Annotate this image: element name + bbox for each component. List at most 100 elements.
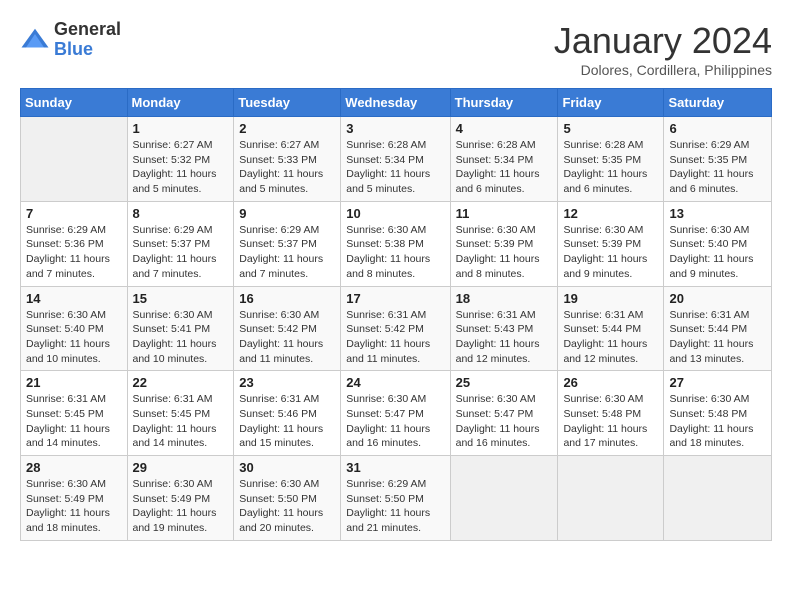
calendar-cell: 2 Sunrise: 6:27 AMSunset: 5:33 PMDaylight… xyxy=(234,117,341,202)
week-row-1: 1 Sunrise: 6:27 AMSunset: 5:32 PMDaylight… xyxy=(21,117,772,202)
day-number: 23 xyxy=(239,375,335,390)
day-number: 28 xyxy=(26,460,122,475)
day-info: Sunrise: 6:29 AMSunset: 5:35 PMDaylight:… xyxy=(669,138,766,197)
header-saturday: Saturday xyxy=(664,89,772,117)
logo-general-text: General xyxy=(54,20,121,40)
month-title: January 2024 xyxy=(554,20,772,62)
day-info: Sunrise: 6:31 AMSunset: 5:44 PMDaylight:… xyxy=(563,308,658,367)
day-info: Sunrise: 6:30 AMSunset: 5:39 PMDaylight:… xyxy=(563,223,658,282)
day-number: 18 xyxy=(456,291,553,306)
day-number: 16 xyxy=(239,291,335,306)
calendar-cell: 14 Sunrise: 6:30 AMSunset: 5:40 PMDayligh… xyxy=(21,286,128,371)
day-number: 5 xyxy=(563,121,658,136)
day-info: Sunrise: 6:30 AMSunset: 5:47 PMDaylight:… xyxy=(346,392,444,451)
calendar-cell: 3Sunrise: 6:28 AMSunset: 5:34 PMDaylight… xyxy=(341,117,450,202)
day-number: 3 xyxy=(346,121,444,136)
header-tuesday: Tuesday xyxy=(234,89,341,117)
day-number: 29 xyxy=(133,460,229,475)
day-info: Sunrise: 6:31 AMSunset: 5:46 PMDaylight:… xyxy=(239,392,335,451)
day-number: 1 xyxy=(133,121,229,136)
calendar-cell: 7Sunrise: 6:29 AMSunset: 5:36 PMDaylight… xyxy=(21,201,128,286)
day-number: 22 xyxy=(133,375,229,390)
header-thursday: Thursday xyxy=(450,89,558,117)
day-info: Sunrise: 6:30 AMSunset: 5:48 PMDaylight:… xyxy=(669,392,766,451)
week-row-2: 7Sunrise: 6:29 AMSunset: 5:36 PMDaylight… xyxy=(21,201,772,286)
calendar-cell: 12 Sunrise: 6:30 AMSunset: 5:39 PMDayligh… xyxy=(558,201,664,286)
day-info: Sunrise: 6:31 AMSunset: 5:44 PMDaylight:… xyxy=(669,308,766,367)
week-row-5: 28 Sunrise: 6:30 AMSunset: 5:49 PMDayligh… xyxy=(21,456,772,541)
calendar-cell: 20 Sunrise: 6:31 AMSunset: 5:44 PMDayligh… xyxy=(664,286,772,371)
day-info: Sunrise: 6:28 AMSunset: 5:34 PMDaylight:… xyxy=(456,138,553,197)
location-subtitle: Dolores, Cordillera, Philippines xyxy=(554,62,772,78)
calendar-cell: 18 Sunrise: 6:31 AMSunset: 5:43 PMDayligh… xyxy=(450,286,558,371)
day-info: Sunrise: 6:29 AMSunset: 5:37 PMDaylight:… xyxy=(239,223,335,282)
day-number: 11 xyxy=(456,206,553,221)
calendar-cell: 13 Sunrise: 6:30 AMSunset: 5:40 PMDayligh… xyxy=(664,201,772,286)
day-info: Sunrise: 6:30 AMSunset: 5:47 PMDaylight:… xyxy=(456,392,553,451)
day-info: Sunrise: 6:30 AMSunset: 5:40 PMDaylight:… xyxy=(26,308,122,367)
day-number: 30 xyxy=(239,460,335,475)
day-info: Sunrise: 6:31 AMSunset: 5:45 PMDaylight:… xyxy=(133,392,229,451)
day-info: Sunrise: 6:27 AMSunset: 5:32 PMDaylight:… xyxy=(133,138,229,197)
header-row: SundayMondayTuesdayWednesdayThursdayFrid… xyxy=(21,89,772,117)
day-info: Sunrise: 6:30 AMSunset: 5:41 PMDaylight:… xyxy=(133,308,229,367)
page-header: General Blue January 2024 Dolores, Cordi… xyxy=(20,20,772,78)
calendar-body: 1 Sunrise: 6:27 AMSunset: 5:32 PMDaylight… xyxy=(21,117,772,541)
calendar-cell: 16 Sunrise: 6:30 AMSunset: 5:42 PMDayligh… xyxy=(234,286,341,371)
day-number: 2 xyxy=(239,121,335,136)
week-row-4: 21Sunrise: 6:31 AMSunset: 5:45 PMDayligh… xyxy=(21,371,772,456)
day-info: Sunrise: 6:30 AMSunset: 5:39 PMDaylight:… xyxy=(456,223,553,282)
day-info: Sunrise: 6:27 AMSunset: 5:33 PMDaylight:… xyxy=(239,138,335,197)
day-number: 13 xyxy=(669,206,766,221)
calendar-cell: 4 Sunrise: 6:28 AMSunset: 5:34 PMDaylight… xyxy=(450,117,558,202)
day-info: Sunrise: 6:30 AMSunset: 5:50 PMDaylight:… xyxy=(239,477,335,536)
header-friday: Friday xyxy=(558,89,664,117)
day-number: 25 xyxy=(456,375,553,390)
header-sunday: Sunday xyxy=(21,89,128,117)
day-info: Sunrise: 6:31 AMSunset: 5:43 PMDaylight:… xyxy=(456,308,553,367)
day-number: 7 xyxy=(26,206,122,221)
week-row-3: 14 Sunrise: 6:30 AMSunset: 5:40 PMDayligh… xyxy=(21,286,772,371)
day-info: Sunrise: 6:30 AMSunset: 5:40 PMDaylight:… xyxy=(669,223,766,282)
calendar-cell xyxy=(558,456,664,541)
calendar-cell: 29 Sunrise: 6:30 AMSunset: 5:49 PMDayligh… xyxy=(127,456,234,541)
day-number: 14 xyxy=(26,291,122,306)
day-number: 12 xyxy=(563,206,658,221)
calendar-cell: 27 Sunrise: 6:30 AMSunset: 5:48 PMDayligh… xyxy=(664,371,772,456)
day-number: 10 xyxy=(346,206,444,221)
day-number: 9 xyxy=(239,206,335,221)
header-wednesday: Wednesday xyxy=(341,89,450,117)
day-info: Sunrise: 6:29 AMSunset: 5:37 PMDaylight:… xyxy=(133,223,229,282)
calendar-cell xyxy=(21,117,128,202)
day-number: 31 xyxy=(346,460,444,475)
calendar-header: SundayMondayTuesdayWednesdayThursdayFrid… xyxy=(21,89,772,117)
calendar-cell: 5 Sunrise: 6:28 AMSunset: 5:35 PMDaylight… xyxy=(558,117,664,202)
logo: General Blue xyxy=(20,20,121,60)
calendar-cell: 21Sunrise: 6:31 AMSunset: 5:45 PMDayligh… xyxy=(21,371,128,456)
day-info: Sunrise: 6:31 AMSunset: 5:42 PMDaylight:… xyxy=(346,308,444,367)
day-number: 27 xyxy=(669,375,766,390)
day-info: Sunrise: 6:30 AMSunset: 5:42 PMDaylight:… xyxy=(239,308,335,367)
calendar-cell: 26 Sunrise: 6:30 AMSunset: 5:48 PMDayligh… xyxy=(558,371,664,456)
day-number: 20 xyxy=(669,291,766,306)
day-info: Sunrise: 6:30 AMSunset: 5:48 PMDaylight:… xyxy=(563,392,658,451)
calendar-cell: 30 Sunrise: 6:30 AMSunset: 5:50 PMDayligh… xyxy=(234,456,341,541)
day-number: 8 xyxy=(133,206,229,221)
calendar-cell: 10Sunrise: 6:30 AMSunset: 5:38 PMDayligh… xyxy=(341,201,450,286)
logo-text: General Blue xyxy=(54,20,121,60)
logo-blue-text: Blue xyxy=(54,40,121,60)
header-monday: Monday xyxy=(127,89,234,117)
day-number: 26 xyxy=(563,375,658,390)
day-number: 6 xyxy=(669,121,766,136)
day-number: 15 xyxy=(133,291,229,306)
day-number: 4 xyxy=(456,121,553,136)
day-number: 19 xyxy=(563,291,658,306)
calendar-cell: 17Sunrise: 6:31 AMSunset: 5:42 PMDayligh… xyxy=(341,286,450,371)
calendar-cell: 23 Sunrise: 6:31 AMSunset: 5:46 PMDayligh… xyxy=(234,371,341,456)
title-section: January 2024 Dolores, Cordillera, Philip… xyxy=(554,20,772,78)
day-info: Sunrise: 6:30 AMSunset: 5:49 PMDaylight:… xyxy=(133,477,229,536)
calendar-cell: 22 Sunrise: 6:31 AMSunset: 5:45 PMDayligh… xyxy=(127,371,234,456)
day-info: Sunrise: 6:28 AMSunset: 5:35 PMDaylight:… xyxy=(563,138,658,197)
calendar-cell: 8 Sunrise: 6:29 AMSunset: 5:37 PMDaylight… xyxy=(127,201,234,286)
calendar-cell: 11 Sunrise: 6:30 AMSunset: 5:39 PMDayligh… xyxy=(450,201,558,286)
